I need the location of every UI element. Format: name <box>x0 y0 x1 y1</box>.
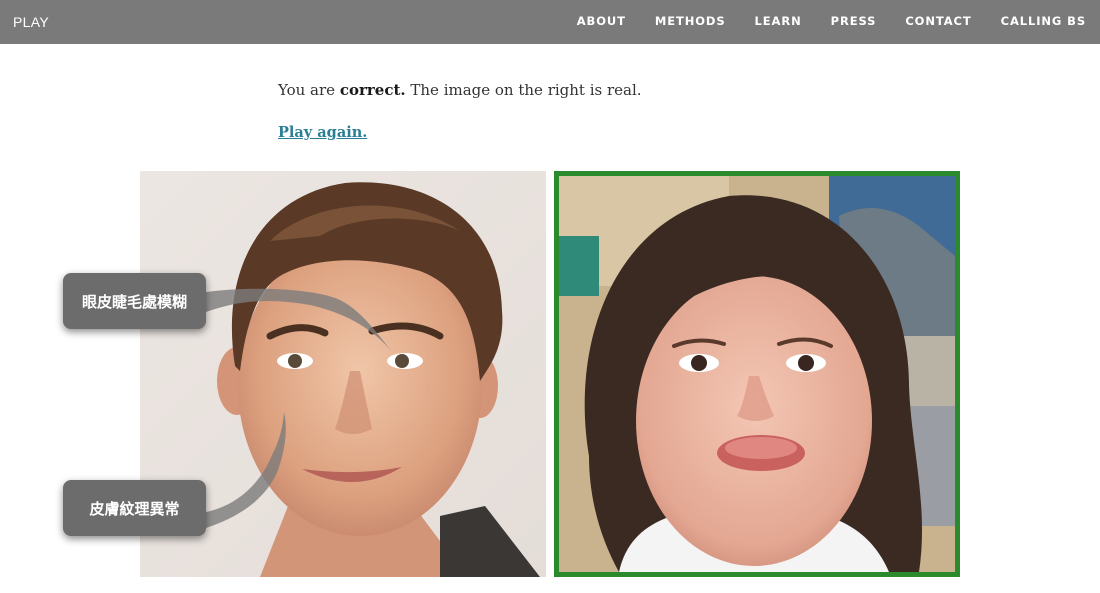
real-face-image[interactable] <box>554 171 960 577</box>
nav-methods-link[interactable]: METHODS <box>655 14 726 28</box>
play-again-link[interactable]: Play again. <box>278 124 367 141</box>
navbar: PLAY ABOUT METHODS LEARN PRESS CONTACT C… <box>0 0 1100 44</box>
result-suffix: The image on the right is real. <box>405 81 642 99</box>
eyelash-blur-label: 眼皮睫毛處模糊 <box>81 292 187 311</box>
nav-contact-link[interactable]: CONTACT <box>905 14 971 28</box>
result-message: You are correct. The image on the right … <box>278 81 642 99</box>
skin-texture-label: 皮膚紋理異常 <box>89 499 180 518</box>
brand-play-link[interactable]: PLAY <box>13 14 49 30</box>
nav-links: ABOUT METHODS LEARN PRESS CONTACT CALLIN… <box>548 14 1086 28</box>
result-verdict: correct. <box>339 81 406 99</box>
result-prefix: You are <box>278 81 340 99</box>
nav-press-link[interactable]: PRESS <box>831 14 877 28</box>
nav-about-link[interactable]: ABOUT <box>577 14 626 28</box>
skin-texture-callout: 皮膚紋理異常 <box>63 480 206 536</box>
nav-learn-link[interactable]: LEARN <box>755 14 802 28</box>
real-face-illustration <box>559 176 955 572</box>
nav-calling-bs-link[interactable]: CALLING BS <box>1001 14 1086 28</box>
eyelash-blur-callout: 眼皮睫毛處模糊 <box>63 273 206 329</box>
